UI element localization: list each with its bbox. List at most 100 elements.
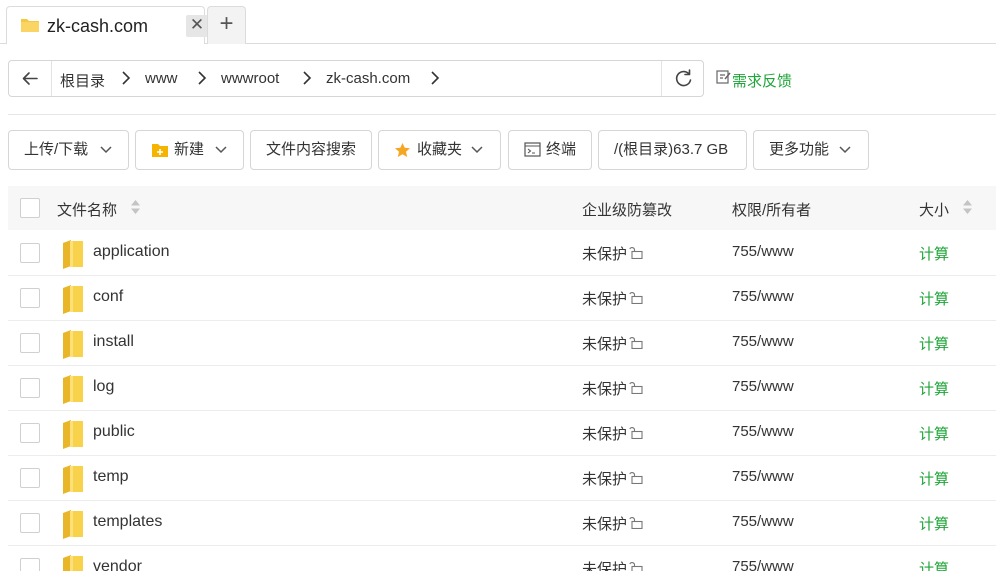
calculate-size-link[interactable]: 计算 xyxy=(919,333,949,354)
new-tab-button[interactable]: + xyxy=(207,6,246,44)
file-name[interactable]: log xyxy=(93,378,114,396)
feedback-link[interactable]: 需求反馈 xyxy=(732,70,792,91)
permission-owner[interactable]: 755/www xyxy=(732,288,794,305)
file-name[interactable]: templates xyxy=(93,513,162,531)
table-row[interactable]: public 未保护 755/www 计算 xyxy=(8,411,996,456)
folder-icon xyxy=(63,555,83,571)
chevron-right-icon xyxy=(122,71,131,85)
breadcrumb-item-wwwroot[interactable]: wwwroot xyxy=(221,70,279,87)
protect-status[interactable]: 未保护 xyxy=(582,513,627,534)
calculate-size-link[interactable]: 计算 xyxy=(919,378,949,399)
tab-title: zk-cash.com xyxy=(47,16,149,36)
disk-usage-button[interactable]: /(根目录)63.7 GB xyxy=(598,130,747,170)
lock-icon xyxy=(629,382,643,394)
breadcrumb-item-site[interactable]: zk-cash.com xyxy=(326,70,410,87)
divider xyxy=(8,114,996,115)
table-row[interactable]: log 未保护 755/www 计算 xyxy=(8,366,996,411)
table-row[interactable]: templates 未保护 755/www 计算 xyxy=(8,501,996,546)
tab-zk-cash[interactable]: zk-cash.com ✕ xyxy=(6,6,208,44)
row-checkbox[interactable] xyxy=(20,558,40,571)
row-checkbox[interactable] xyxy=(20,333,40,353)
row-checkbox[interactable] xyxy=(20,423,40,443)
terminal-icon xyxy=(524,142,541,157)
folder-icon xyxy=(63,510,83,539)
folder-icon xyxy=(63,285,83,314)
favorites-button[interactable]: 收藏夹 xyxy=(378,130,501,170)
header-size[interactable]: 大小 xyxy=(919,199,949,220)
protect-status[interactable]: 未保护 xyxy=(582,333,627,354)
permission-owner[interactable]: 755/www xyxy=(732,558,794,571)
file-name[interactable]: public xyxy=(93,423,135,441)
lock-icon xyxy=(629,247,643,259)
permission-owner[interactable]: 755/www xyxy=(732,468,794,485)
breadcrumb-item-root[interactable]: 根目录 xyxy=(60,70,105,91)
protect-status[interactable]: 未保护 xyxy=(582,378,627,399)
edit-icon xyxy=(716,70,731,84)
permission-owner[interactable]: 755/www xyxy=(732,423,794,440)
calculate-size-link[interactable]: 计算 xyxy=(919,513,949,534)
row-checkbox[interactable] xyxy=(20,378,40,398)
header-protect: 企业级防篡改 xyxy=(582,202,673,219)
table-row[interactable]: conf 未保护 755/www 计算 xyxy=(8,276,996,321)
table-row[interactable]: application 未保护 755/www 计算 xyxy=(8,231,996,276)
content-search-button[interactable]: 文件内容搜索 xyxy=(250,130,372,170)
folder-icon xyxy=(63,465,83,494)
chevron-right-icon xyxy=(198,71,207,85)
arrow-left-icon xyxy=(22,72,38,85)
protect-status[interactable]: 未保护 xyxy=(582,468,627,489)
permission-owner[interactable]: 755/www xyxy=(732,333,794,350)
back-button[interactable] xyxy=(9,61,52,96)
breadcrumb-item-www[interactable]: www xyxy=(145,70,178,87)
lock-icon xyxy=(629,562,643,571)
refresh-icon xyxy=(675,69,692,87)
permission-owner[interactable]: 755/www xyxy=(732,378,794,395)
header-name[interactable]: 文件名称 xyxy=(57,199,117,220)
protect-status[interactable]: 未保护 xyxy=(582,288,627,309)
row-checkbox[interactable] xyxy=(20,513,40,533)
lock-icon xyxy=(629,427,643,439)
sort-icon[interactable] xyxy=(130,199,141,215)
chevron-down-icon xyxy=(839,146,851,154)
calculate-size-link[interactable]: 计算 xyxy=(919,243,949,264)
lock-icon xyxy=(629,337,643,349)
terminal-button[interactable]: 终端 xyxy=(508,130,592,170)
row-checkbox[interactable] xyxy=(20,468,40,488)
protect-status[interactable]: 未保护 xyxy=(582,423,627,444)
lock-icon xyxy=(629,292,643,304)
table-row[interactable]: temp 未保护 755/www 计算 xyxy=(8,456,996,501)
folder-icon xyxy=(63,330,83,359)
file-name[interactable]: install xyxy=(93,333,134,351)
file-name[interactable]: vendor xyxy=(93,558,142,571)
lock-icon xyxy=(629,472,643,484)
file-name[interactable]: conf xyxy=(93,288,123,306)
header-perm: 权限/所有者 xyxy=(732,202,812,219)
permission-owner[interactable]: 755/www xyxy=(732,243,794,260)
row-checkbox[interactable] xyxy=(20,288,40,308)
row-checkbox[interactable] xyxy=(20,243,40,263)
new-folder-icon xyxy=(152,144,168,157)
upload-download-button[interactable]: 上传/下载 xyxy=(8,130,129,170)
calculate-size-link[interactable]: 计算 xyxy=(919,558,949,571)
refresh-button[interactable] xyxy=(661,61,704,96)
tab-close-button[interactable]: ✕ xyxy=(186,15,208,37)
chevron-right-icon xyxy=(303,71,312,85)
calculate-size-link[interactable]: 计算 xyxy=(919,423,949,444)
folder-icon xyxy=(63,240,83,269)
table-row[interactable]: vendor 未保护 755/www 计算 xyxy=(8,546,996,571)
table-row[interactable]: install 未保护 755/www 计算 xyxy=(8,321,996,366)
new-button[interactable]: 新建 xyxy=(135,130,244,170)
star-icon xyxy=(395,143,410,157)
folder-icon xyxy=(63,375,83,404)
protect-status[interactable]: 未保护 xyxy=(582,243,627,264)
permission-owner[interactable]: 755/www xyxy=(732,513,794,530)
tab-bar: zk-cash.com ✕ + xyxy=(0,0,996,44)
protect-status[interactable]: 未保护 xyxy=(582,558,627,571)
lock-icon xyxy=(629,517,643,529)
more-functions-button[interactable]: 更多功能 xyxy=(753,130,869,170)
select-all-checkbox[interactable] xyxy=(20,198,40,218)
file-name[interactable]: application xyxy=(93,243,170,261)
sort-icon[interactable] xyxy=(962,199,973,215)
calculate-size-link[interactable]: 计算 xyxy=(919,468,949,489)
calculate-size-link[interactable]: 计算 xyxy=(919,288,949,309)
file-name[interactable]: temp xyxy=(93,468,129,486)
